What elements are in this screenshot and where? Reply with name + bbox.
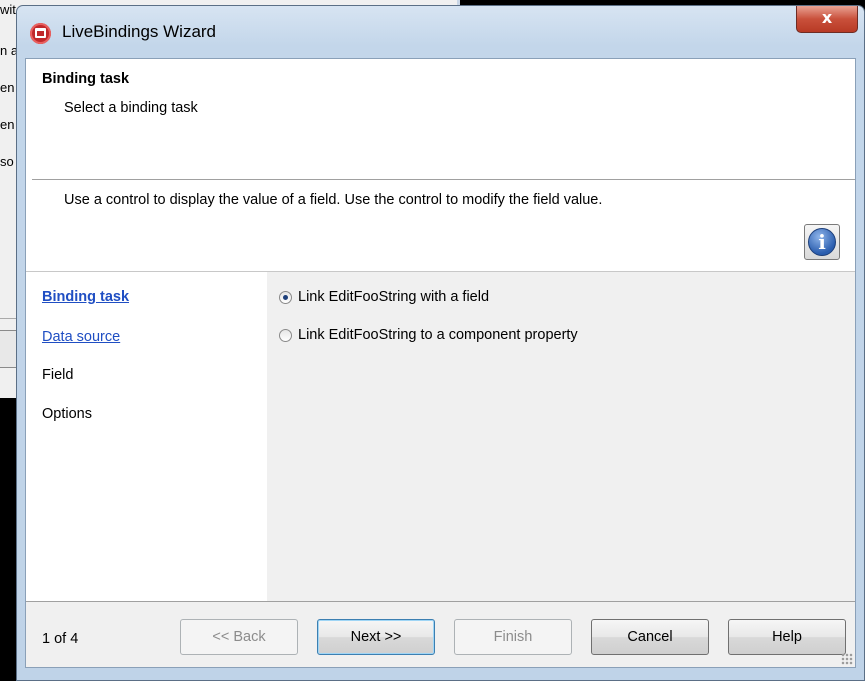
option-link-field[interactable]: Link EditFooString with a field: [279, 289, 489, 305]
steps-panel: Binding task Data source Field Options: [26, 272, 267, 601]
cancel-button[interactable]: Cancel: [591, 619, 709, 655]
background-text: en: [0, 117, 15, 132]
step-options: Options: [42, 406, 92, 422]
close-button[interactable]: x: [796, 6, 858, 33]
page-counter: 1 of 4: [42, 631, 79, 647]
finish-button[interactable]: Finish: [454, 619, 572, 655]
app-icon: [30, 23, 51, 44]
resize-grip[interactable]: [841, 653, 853, 665]
background-text: so: [0, 154, 14, 169]
window-title: LiveBindings Wizard: [62, 22, 217, 41]
step-binding-task[interactable]: Binding task: [42, 289, 129, 305]
background-text: wit: [0, 2, 16, 17]
info-icon: i: [808, 228, 836, 256]
page-subtitle: Select a binding task: [64, 100, 198, 116]
back-button[interactable]: << Back: [180, 619, 298, 655]
help-button[interactable]: Help: [728, 619, 846, 655]
option-link-component-property[interactable]: Link EditFooString to a component proper…: [279, 327, 578, 343]
radio-button-checked[interactable]: [279, 290, 292, 304]
radio-button[interactable]: [279, 328, 292, 342]
background-text: en: [0, 80, 15, 95]
page-title: Binding task: [42, 71, 130, 87]
option-label: Link EditFooString with a field: [298, 289, 490, 305]
info-button[interactable]: i: [804, 224, 840, 260]
step-field: Field: [42, 367, 74, 383]
options-panel: Link EditFooString with a field Link Edi…: [267, 272, 855, 601]
header-divider: [32, 179, 855, 180]
wizard-client-area: Binding task Select a binding task Use a…: [25, 58, 856, 668]
option-label: Link EditFooString to a component proper…: [298, 327, 578, 343]
page-description: Use a control to display the value of a …: [64, 192, 603, 208]
step-data-source[interactable]: Data source: [42, 329, 120, 345]
wizard-window: LiveBindings Wizard x Binding task Selec…: [16, 5, 865, 681]
button-bar: 1 of 4 << Back Next >> Finish Cancel Hel…: [26, 601, 855, 667]
next-button[interactable]: Next >>: [317, 619, 435, 655]
title-bar[interactable]: LiveBindings Wizard x: [17, 6, 864, 58]
